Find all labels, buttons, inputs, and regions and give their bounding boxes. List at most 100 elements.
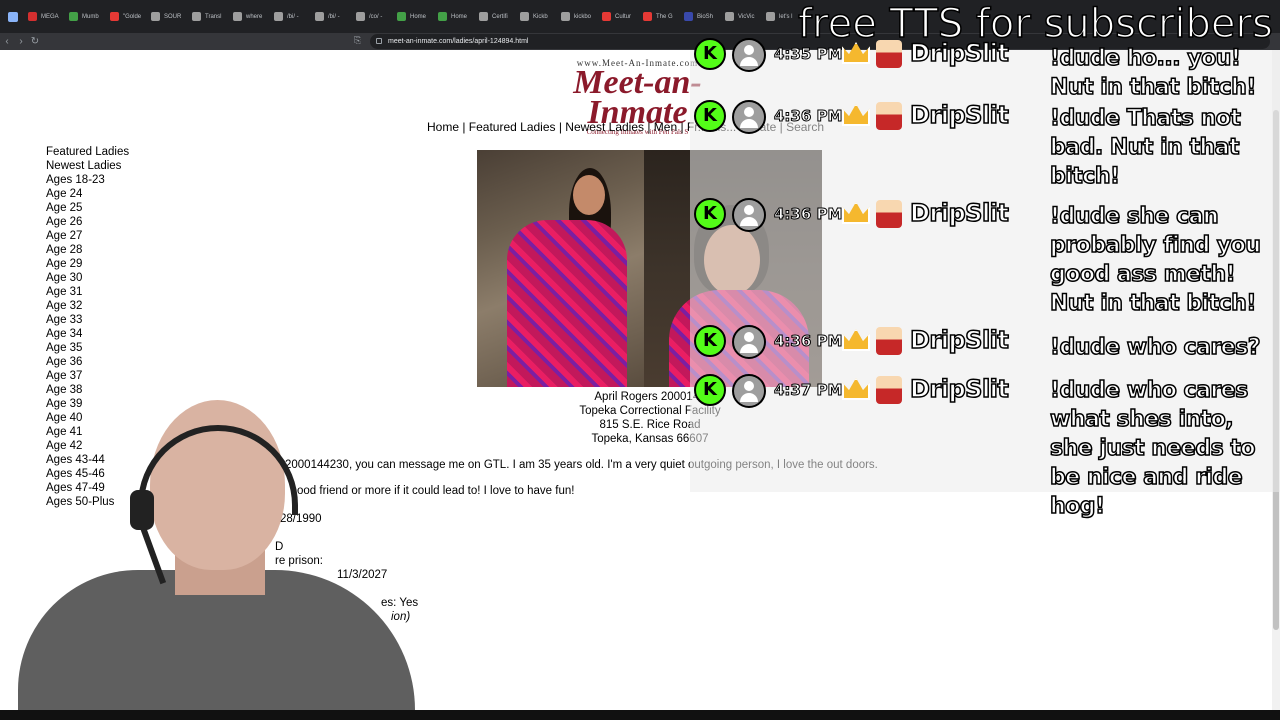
sidebar-link[interactable]: Age 28 [46,243,129,257]
sidebar-link[interactable]: Age 30 [46,271,129,285]
tab-label: BioSh [697,13,714,20]
chat-text: !dude who cares what shes into, she just… [1049,377,1256,520]
browser-tab[interactable]: Home [434,4,475,30]
tab-favicon-icon [233,12,242,21]
crown-icon [842,202,870,224]
user-avatar-icon [732,100,766,134]
tab-favicon-icon [643,12,652,21]
browser-tab[interactable]: Mumb [65,4,106,30]
sidebar-link[interactable]: Age 25 [46,201,129,215]
site-info-icon[interactable] [376,38,382,44]
browser-tab[interactable]: BioSh [680,4,721,30]
chat-username: DripSlit [909,100,1009,130]
browser-tab[interactable]: kickbo [557,4,598,30]
tab-favicon-icon [192,12,201,21]
chat-text: !dude she can probably find you good ass… [1049,203,1261,317]
browser-tab[interactable]: VicVic [721,4,762,30]
chat-text: !dude ho... you! Nut in that bitch! [1049,45,1257,101]
tab-label: Transl [205,13,222,20]
tab-label: The G [656,13,673,20]
sidebar-link[interactable]: Age 33 [46,313,129,327]
browser-tab[interactable]: MEGA [24,4,65,30]
tab-favicon-icon [602,12,611,21]
tab-label: MEGA [41,13,59,20]
tab-favicon-icon [28,12,37,21]
tab-favicon-icon [561,12,570,21]
tab-favicon-icon [356,12,365,21]
browser-tab[interactable]: Kickb [516,4,557,30]
browser-tab[interactable]: /bi/ - [311,4,352,30]
kick-badge-icon: K [694,198,726,230]
sidebar-link[interactable]: Age 27 [46,229,129,243]
sidebar-link[interactable]: Newest Ladies [46,159,129,173]
browser-tab[interactable]: Certifi [475,4,516,30]
browser-tab[interactable]: "Golde [106,4,147,30]
chat-timestamp: 4:36 PM [773,332,843,351]
user-avatar-icon [732,374,766,408]
sub-badge-icon [876,102,902,130]
sidebar-link[interactable]: Age 31 [46,285,129,299]
browser-tab[interactable]: Home [393,4,434,30]
browser-tab[interactable]: let's l [762,4,803,30]
kick-badge-icon: K [694,100,726,132]
bookmark-icon[interactable]: ⎘ [354,35,361,46]
crown-icon [842,378,870,400]
sub-badge-icon [876,376,902,404]
tts-banner: free TTS for subscribers [797,0,1273,48]
tab-favicon-icon [766,12,775,21]
crown-icon [842,104,870,126]
tab-favicon-icon [397,12,406,21]
tab-label: Certifi [492,13,508,20]
tab-label: Kickb [533,13,548,20]
chat-username: DripSlit [909,198,1009,228]
browser-tab[interactable]: /bi/ - [270,4,311,30]
webcam-feed [0,395,415,710]
tab-favicon-icon [151,12,160,21]
profile-photo-1[interactable] [477,150,644,387]
tab-label: /co/ - [369,13,383,20]
tab-label: Mumb [82,13,99,20]
user-avatar-icon [732,198,766,232]
browser-tab[interactable]: Cultur [598,4,639,30]
chat-username: DripSlit [909,325,1009,355]
sidebar-link[interactable]: Age 32 [46,299,129,313]
sidebar-link[interactable]: Age 26 [46,215,129,229]
chat-timestamp: 4:36 PM [773,107,843,126]
reload-icon[interactable]: ↻ [28,33,42,50]
sidebar-link[interactable]: Featured Ladies [46,145,129,159]
tab-label: SOUR [164,13,182,20]
tab-label: Cultur [615,13,632,20]
chat-text: !dude who cares? [1049,334,1261,361]
sidebar-link[interactable]: Ages 18-23 [46,173,129,187]
sub-badge-icon [876,327,902,355]
tab-favicon-icon [479,12,488,21]
browser-tab[interactable]: /co/ - [352,4,393,30]
chat-timestamp: 4:37 PM [773,381,843,400]
tab-label: Home [410,13,427,20]
user-avatar-icon [732,38,766,72]
tab-favicon-icon [725,12,734,21]
sidebar-link[interactable]: Age 34 [46,327,129,341]
user-avatar-icon [732,325,766,359]
tab-label: let's l [779,13,793,20]
sidebar-link[interactable]: Age 29 [46,257,129,271]
chat-timestamp: 4:36 PM [773,205,843,224]
sidebar-link[interactable]: Age 24 [46,187,129,201]
sidebar-link[interactable]: Age 35 [46,341,129,355]
browser-tab[interactable]: Transl [188,4,229,30]
forward-icon[interactable]: › [14,33,28,50]
tab-label: VicVic [738,13,755,20]
app-menu-icon[interactable] [8,11,18,22]
tab-favicon-icon [438,12,447,21]
browser-tab[interactable]: SOUR [147,4,188,30]
bottom-bar [0,710,1280,720]
headset-earpiece [130,490,154,530]
sidebar-link[interactable]: Age 37 [46,369,129,383]
browser-tab[interactable]: The G [639,4,680,30]
kick-badge-icon: K [694,325,726,357]
tab-favicon-icon [110,12,119,21]
sidebar-link[interactable]: Age 36 [46,355,129,369]
browser-tab[interactable]: where [229,4,270,30]
url-text: meet-an-inmate.com/ladies/april-124894.h… [388,38,529,45]
back-icon[interactable]: ‹ [0,33,14,50]
